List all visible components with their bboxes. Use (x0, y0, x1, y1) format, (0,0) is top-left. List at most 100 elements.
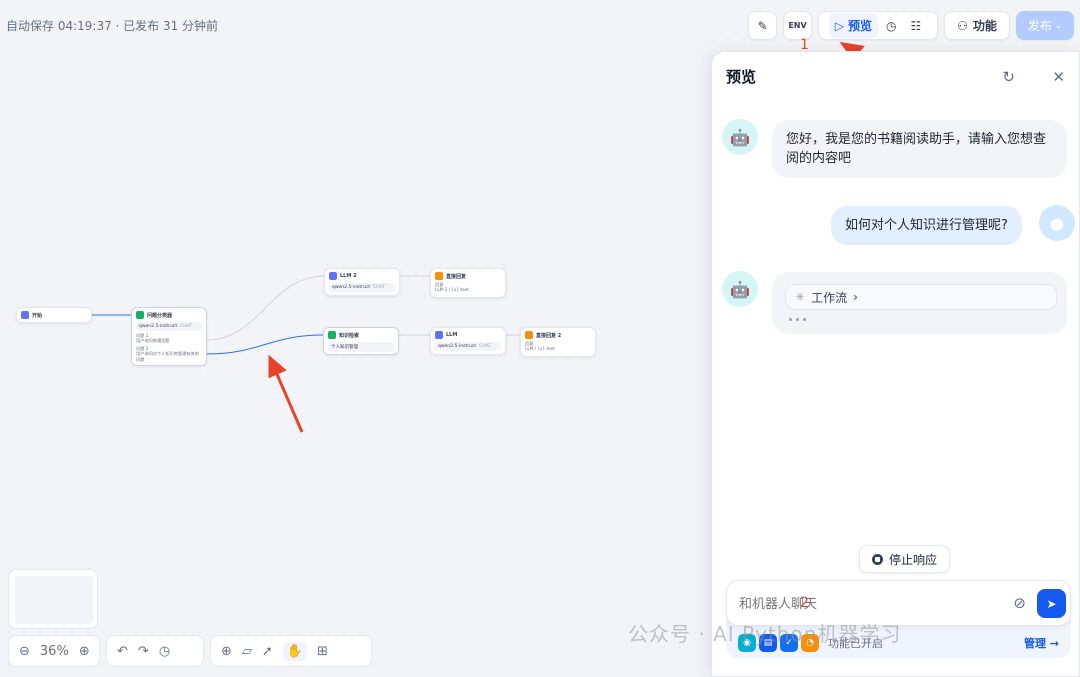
chevron-right-icon: › (853, 290, 858, 304)
history-controls: ↶ ↷ ◷ (106, 635, 204, 667)
checklist-icon-button[interactable]: ☷ (904, 13, 927, 38)
workflow-chip-label: 工作流 (811, 290, 848, 305)
node-llm-2[interactable]: LLM 2 qwen2.5-instruct CHAT (324, 268, 400, 296)
node-title: 知识检索 (339, 332, 360, 339)
model-tag: CHAT (479, 344, 492, 349)
env-icon: ENV (788, 21, 807, 30)
zoom-out-icon[interactable]: ⊖ (19, 644, 30, 659)
model-name: qwen2.5-instruct (332, 285, 371, 290)
answer-var: LLM / {x} text (525, 346, 555, 352)
node-question-classifier[interactable]: 问题分类器 qwen2.5-instruct CHAT 问题 1 用户询问普通话题 … (131, 307, 207, 366)
hand-icon[interactable]: ✋ (282, 641, 307, 661)
node-title: LLM 2 (340, 273, 357, 279)
answer-icon (435, 272, 443, 280)
home-icon (21, 311, 29, 319)
stop-label: 停止响应 (889, 552, 938, 567)
spinner-icon: ✳ (795, 290, 806, 304)
zoom-controls: ⊖ 36% ⊕ (8, 635, 100, 667)
zoom-in-icon[interactable]: ⊕ (79, 644, 90, 659)
node-llm[interactable]: LLM qwen2.5-instruct CHAT (430, 327, 506, 355)
feature-label: 功能 (972, 19, 997, 33)
preview-panel: 预览 ↻ ✕ 🤖 您好，我是您的书籍阅读助手，请输入您想查阅的内容吧 ● 如何对… (711, 51, 1080, 677)
feature-icon: ⚇ (957, 18, 968, 33)
answer-icon (525, 331, 533, 339)
node-title: 直接回复 (446, 273, 467, 280)
class-1-text: 用户询问普通话题 (136, 338, 170, 344)
user-message: 如何对个人知识进行管理呢? (831, 206, 1022, 245)
checklist-button[interactable]: ✎ (748, 11, 777, 40)
redo-icon[interactable]: ↷ (138, 644, 149, 659)
add-note-icon[interactable]: ▱ (242, 644, 252, 659)
restart-icon[interactable]: ↻ (1002, 68, 1015, 86)
preview-group: ▷ 预览 ◷ ☷ (818, 11, 938, 40)
annotation-1: 1 (800, 37, 809, 53)
run-history-button[interactable]: ◷ (880, 13, 902, 38)
node-answer-2[interactable]: 直接回复 2 回复 LLM / {x} text (520, 327, 596, 357)
history-icon: ◷ (886, 18, 897, 33)
edit-icon: ✎ (757, 18, 768, 33)
workflow-chip[interactable]: ✳ 工作流 › (785, 284, 1057, 310)
version-history-icon[interactable]: ◷ (159, 644, 170, 659)
minimap[interactable] (8, 569, 98, 629)
robot-icon: 🤖 (730, 279, 750, 299)
manage-label: 管理 (1023, 637, 1046, 650)
model-name: qwen2.5-instruct (139, 324, 178, 329)
node-knowledge-retrieval[interactable]: 知识检索 个人知识管理 (323, 327, 399, 355)
add-node-icon[interactable]: ⊕ (221, 644, 232, 659)
llm-icon (329, 272, 337, 280)
bot-avatar-2: 🤖 (722, 271, 758, 307)
stop-icon (872, 553, 883, 565)
node-answer[interactable]: 直接回复 回复 LLM 2 / {x} text (430, 268, 506, 298)
answer-label: 回复 (525, 341, 534, 346)
model-tag: CHAT (180, 324, 193, 329)
node-title: 直接回复 2 (536, 332, 562, 339)
answer-content: 回复 LLM / {x} text (525, 341, 591, 352)
node-start[interactable]: 开始 (16, 307, 92, 323)
list-icon: ☷ (910, 18, 922, 33)
class-2-text: 用户询问对个人知识库管理有关的问题 (136, 351, 199, 362)
kb-chip: 个人知识管理 (328, 342, 394, 352)
model-chip: qwen2.5-instruct CHAT (435, 342, 501, 351)
answer-var: LLM 2 / {x} text (435, 287, 469, 293)
play-icon: ▷ (834, 18, 844, 33)
panel-title: 预览 (726, 68, 757, 86)
knowledge-icon (328, 331, 336, 339)
annotation-2: 2 (800, 595, 809, 611)
classifier-icon (136, 311, 144, 319)
model-tag: CHAT (373, 285, 386, 290)
zoom-level[interactable]: 36% (40, 644, 69, 659)
class-2: 问题 2 用户询问对个人知识库管理有关的问题 (136, 346, 202, 362)
llm-icon (435, 331, 443, 339)
publish-button[interactable]: 发布 ⌄ (1016, 11, 1074, 40)
feature-button[interactable]: ⚇ 功能 (944, 11, 1010, 40)
stop-response-button[interactable]: 停止响应 (859, 545, 951, 573)
bot-message: 您好，我是您的书籍阅读助手，请输入您想查阅的内容吧 (772, 120, 1067, 178)
typing-indicator (789, 318, 806, 321)
pointer-icon[interactable]: ➚ (262, 644, 273, 659)
canvas-tools: ⊕ ▱ ➚ ✋ ⊞ (210, 635, 372, 667)
user-avatar: ● (1039, 205, 1075, 241)
kb-name: 个人知识管理 (331, 345, 358, 350)
top-actions: ✎ ENV ▷ 预览 ◷ ☷ ⚇ 功能 发布 ⌄ (748, 11, 1074, 40)
user-icon: ● (1050, 213, 1064, 233)
class-1: 问题 1 用户询问普通话题 (136, 333, 202, 344)
chat-input[interactable] (739, 595, 989, 611)
model-chip: qwen2.5-instruct CHAT (329, 283, 395, 292)
send-button[interactable]: ➤ (1037, 589, 1066, 618)
model-name: qwen2.5-instruct (438, 344, 477, 349)
bot-avatar: 🤖 (722, 119, 758, 155)
publish-label: 发布 (1027, 19, 1052, 33)
close-icon[interactable]: ✕ (1052, 68, 1065, 86)
undo-icon[interactable]: ↶ (117, 644, 128, 659)
robot-icon: 🤖 (730, 127, 750, 147)
organize-icon[interactable]: ⊞ (317, 644, 328, 659)
preview-button[interactable]: ▷ 预览 (828, 13, 878, 38)
attachment-icon[interactable]: ⊘ (1013, 594, 1026, 612)
preview-label: 预览 (847, 19, 872, 33)
answer-content: 回复 LLM 2 / {x} text (435, 282, 501, 293)
minimap-viewport (15, 576, 93, 624)
model-chip: qwen2.5-instruct CHAT (136, 322, 202, 331)
save-status: 自动保存 04:19:37 · 已发布 31 分钟前 (6, 19, 219, 33)
manage-link[interactable]: 管理 → (1024, 635, 1059, 651)
env-button[interactable]: ENV (783, 11, 812, 40)
